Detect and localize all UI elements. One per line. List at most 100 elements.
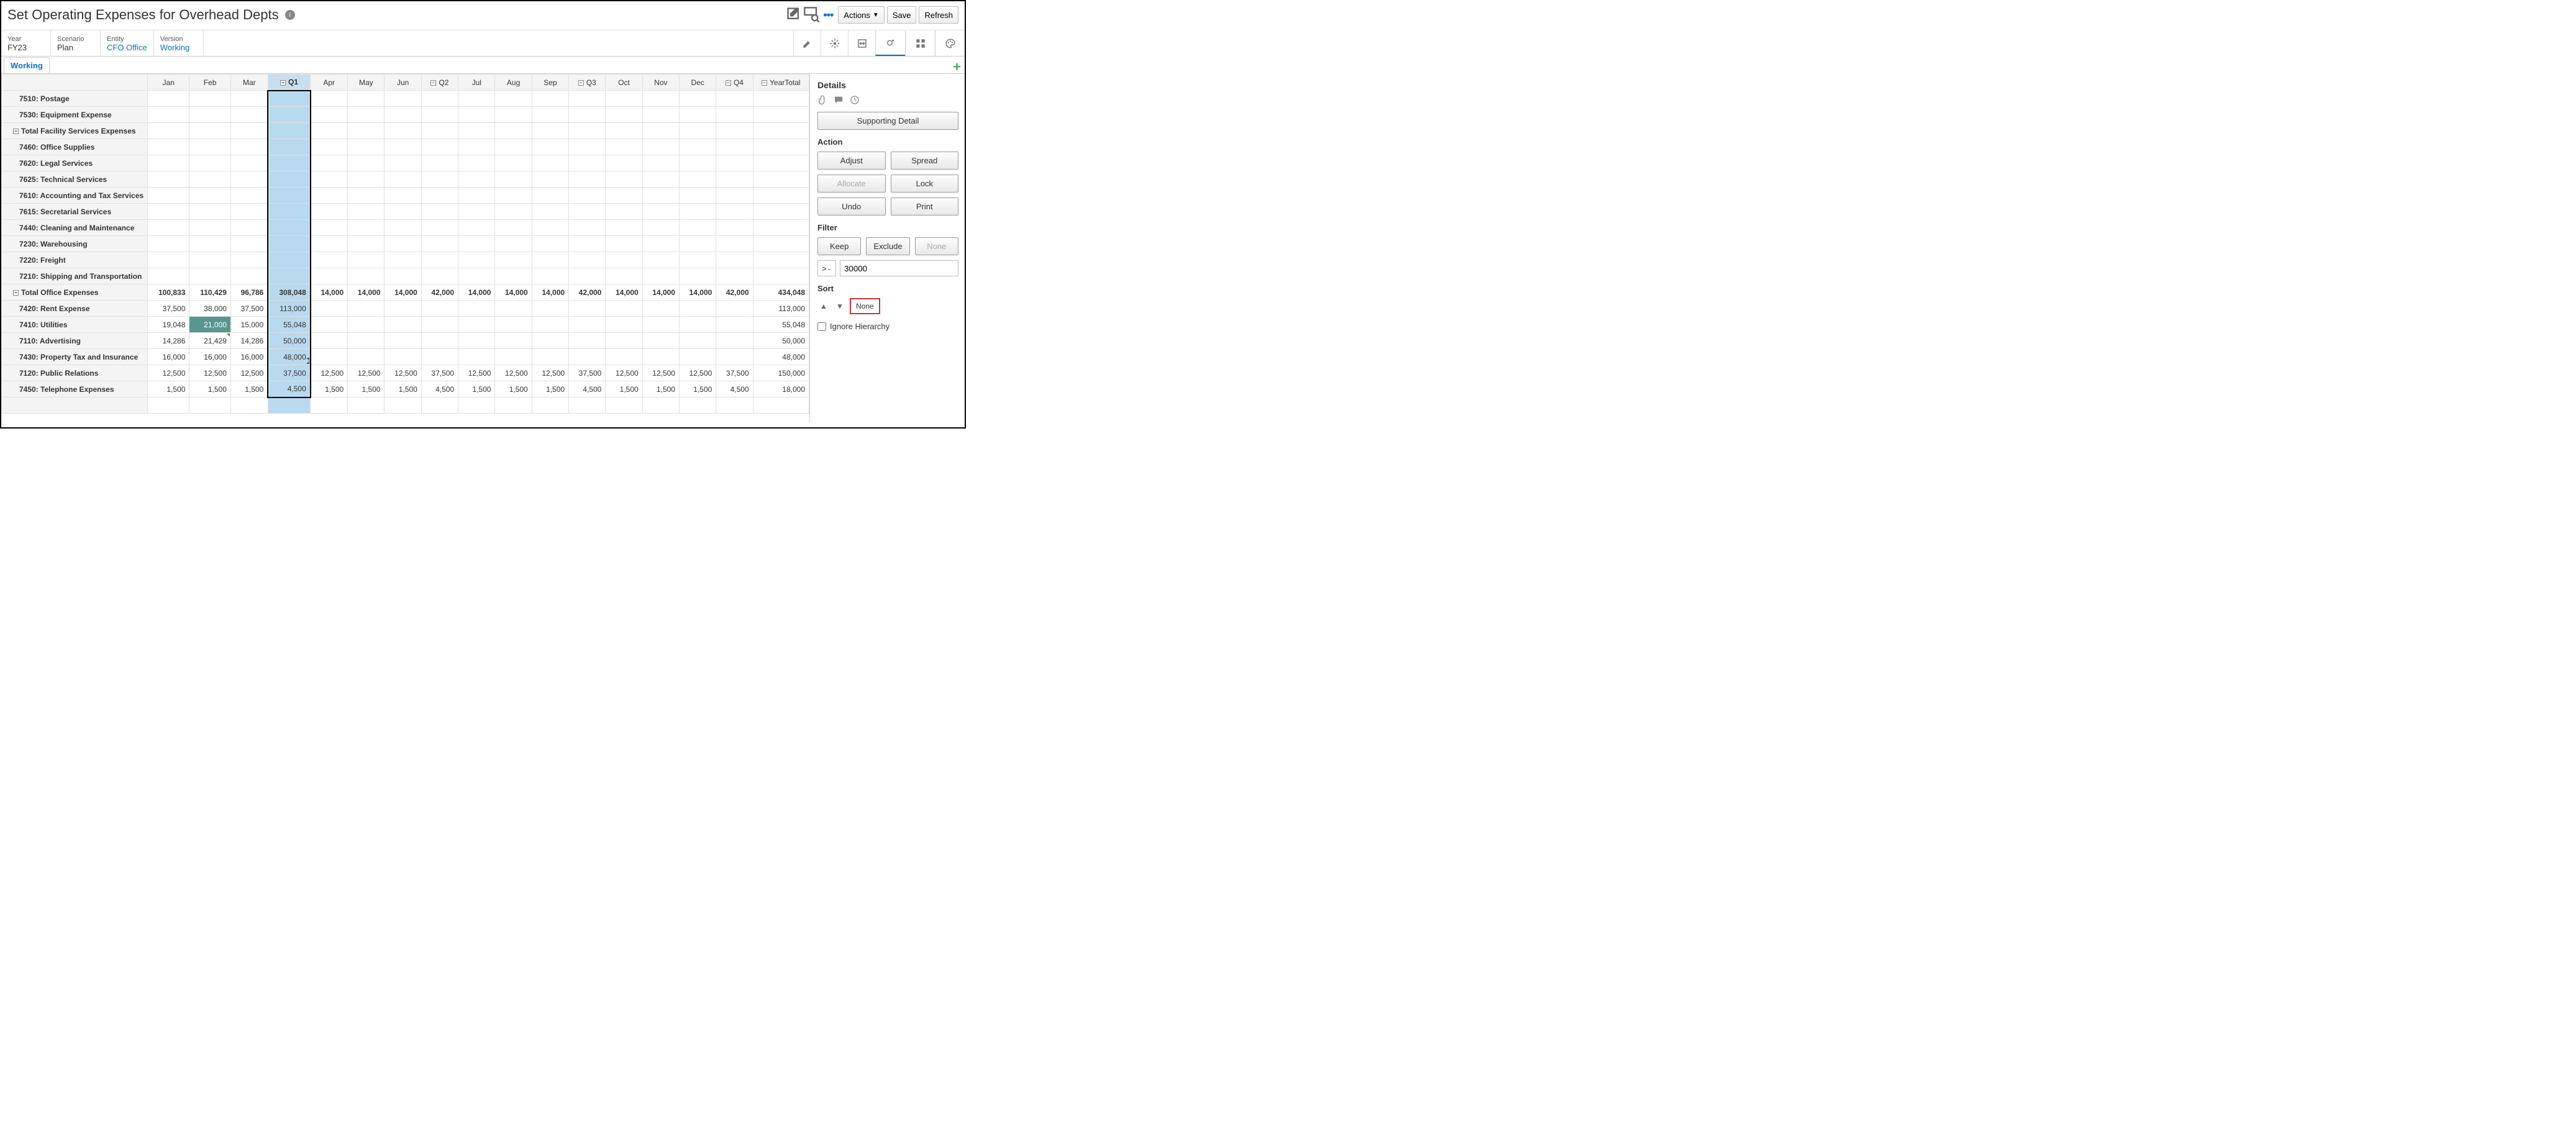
data-cell[interactable]	[311, 123, 348, 139]
sort-asc-icon[interactable]: ▲	[817, 300, 830, 312]
print-button[interactable]: Print	[891, 197, 959, 216]
row-header[interactable]: 7625: Technical Services	[2, 171, 148, 188]
data-cell[interactable]	[268, 268, 310, 284]
data-cell[interactable]	[532, 139, 568, 155]
filter-value-input[interactable]	[840, 260, 958, 276]
data-cell[interactable]: 21,000	[189, 317, 231, 333]
data-cell[interactable]: 16,000	[230, 349, 268, 365]
data-cell[interactable]	[268, 236, 310, 252]
data-cell[interactable]: 42,000	[716, 284, 753, 301]
data-cell[interactable]	[753, 91, 809, 107]
data-cell[interactable]	[189, 107, 231, 123]
data-cell[interactable]	[606, 301, 642, 317]
data-cell[interactable]	[458, 301, 495, 317]
data-cell[interactable]: 15,000	[230, 317, 268, 333]
data-cell[interactable]	[716, 252, 753, 268]
pov-gear-icon[interactable]	[821, 30, 848, 56]
property-palette-icon[interactable]	[935, 30, 965, 56]
data-cell[interactable]	[642, 204, 679, 220]
data-cell[interactable]	[716, 317, 753, 333]
data-cell[interactable]: 12,500	[189, 365, 231, 381]
data-cell[interactable]: 37,500	[230, 301, 268, 317]
data-cell[interactable]	[311, 268, 348, 284]
data-cell[interactable]: 14,000	[642, 284, 679, 301]
data-cell[interactable]: 4,500	[569, 381, 606, 397]
data-cell[interactable]: 37,500	[716, 365, 753, 381]
data-cell[interactable]	[495, 204, 532, 220]
data-cell[interactable]	[642, 349, 679, 365]
pov-entity[interactable]: Entity CFO Office	[101, 30, 154, 56]
data-cell[interactable]	[348, 301, 385, 317]
data-cell[interactable]	[458, 252, 495, 268]
data-cell[interactable]	[532, 107, 568, 123]
data-cell[interactable]	[495, 155, 532, 171]
data-cell[interactable]: 37,500	[421, 365, 458, 381]
data-cell[interactable]	[569, 123, 606, 139]
more-icon[interactable]: •••	[823, 9, 833, 22]
row-header[interactable]: 7530: Equipment Expense	[2, 107, 148, 123]
row-header[interactable]: 7460: Office Supplies	[2, 139, 148, 155]
data-cell[interactable]	[311, 139, 348, 155]
col-header[interactable]: −Q1	[268, 75, 310, 91]
lock-button[interactable]: Lock	[891, 175, 959, 193]
data-cell[interactable]	[716, 301, 753, 317]
col-header[interactable]: Nov	[642, 75, 679, 91]
property-gear-icon[interactable]	[875, 30, 905, 56]
data-cell[interactable]	[716, 107, 753, 123]
col-header[interactable]: Dec	[679, 75, 716, 91]
data-cell[interactable]: 113,000	[268, 301, 310, 317]
data-cell[interactable]	[716, 349, 753, 365]
col-header[interactable]: −YearTotal	[753, 75, 809, 91]
data-cell[interactable]: 110,429	[189, 284, 231, 301]
data-cell[interactable]: 308,048	[268, 284, 310, 301]
search-icon[interactable]	[803, 6, 821, 24]
data-cell[interactable]	[495, 236, 532, 252]
data-cell[interactable]	[148, 252, 189, 268]
data-cell[interactable]	[385, 301, 421, 317]
data-cell[interactable]	[679, 220, 716, 236]
data-cell[interactable]	[606, 349, 642, 365]
comment-icon[interactable]	[834, 95, 844, 107]
data-cell[interactable]	[268, 188, 310, 204]
data-cell[interactable]: 113,000	[753, 301, 809, 317]
data-cell[interactable]: 37,500	[148, 301, 189, 317]
data-cell[interactable]	[348, 139, 385, 155]
data-cell[interactable]	[421, 91, 458, 107]
data-cell[interactable]	[642, 220, 679, 236]
data-cell[interactable]	[679, 301, 716, 317]
data-cell[interactable]	[642, 123, 679, 139]
data-cell[interactable]	[606, 171, 642, 188]
row-header[interactable]: 7220: Freight	[2, 252, 148, 268]
data-cell[interactable]	[268, 107, 310, 123]
data-cell[interactable]	[642, 301, 679, 317]
row-header[interactable]: −Total Facility Services Expenses	[2, 123, 148, 139]
data-cell[interactable]	[679, 155, 716, 171]
data-cell[interactable]	[679, 236, 716, 252]
data-cell[interactable]	[311, 171, 348, 188]
data-cell[interactable]	[148, 204, 189, 220]
data-cell[interactable]	[421, 188, 458, 204]
data-cell[interactable]	[569, 155, 606, 171]
data-cell[interactable]	[148, 155, 189, 171]
data-cell[interactable]	[458, 220, 495, 236]
data-cell[interactable]: 14,286	[148, 333, 189, 349]
col-header[interactable]: Feb	[189, 75, 231, 91]
data-cell[interactable]	[606, 188, 642, 204]
data-cell[interactable]	[642, 188, 679, 204]
data-cell[interactable]	[189, 236, 231, 252]
data-cell[interactable]	[311, 91, 348, 107]
row-header[interactable]: 7410: Utilities	[2, 317, 148, 333]
data-cell[interactable]	[421, 139, 458, 155]
spread-button[interactable]: Spread	[891, 152, 959, 170]
data-cell[interactable]	[311, 220, 348, 236]
data-cell[interactable]	[189, 123, 231, 139]
save-button[interactable]: Save	[887, 6, 917, 24]
data-cell[interactable]	[311, 252, 348, 268]
row-header[interactable]: 7615: Secretarial Services	[2, 204, 148, 220]
data-cell[interactable]: 4,500	[716, 381, 753, 397]
data-cell[interactable]	[458, 188, 495, 204]
data-cell[interactable]	[385, 204, 421, 220]
data-cell[interactable]	[679, 333, 716, 349]
col-header[interactable]: Mar	[230, 75, 268, 91]
tab-working[interactable]: Working	[4, 57, 50, 73]
